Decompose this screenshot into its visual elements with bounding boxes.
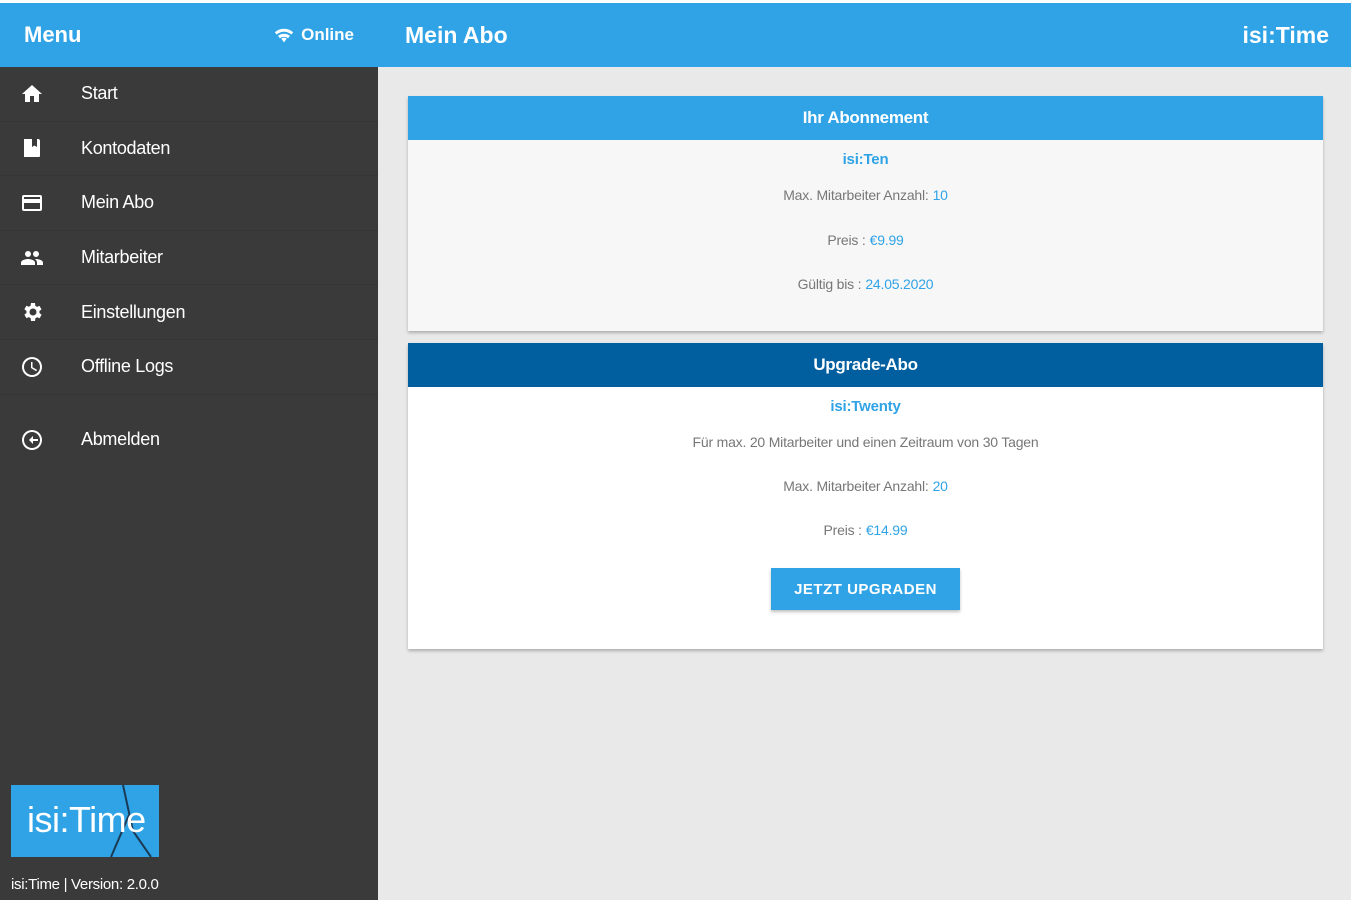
sidebar-item-label: Einstellungen: [81, 301, 186, 322]
upgrade-card: Upgrade-Abo isi:Twenty Für max. 20 Mitar…: [408, 343, 1323, 649]
upgrade-button[interactable]: JETZT UPGRADEN: [771, 568, 960, 610]
sidebar-item-label: Start: [81, 83, 118, 104]
upgrade-max-row: Max. Mitarbeiter Anzahl: 20: [408, 478, 1323, 494]
subscription-plan-name: isi:Ten: [842, 151, 889, 168]
sidebar-item-label: Abmelden: [81, 429, 160, 450]
logout-icon: [20, 428, 44, 452]
subscription-card-header: Ihr Abonnement: [408, 96, 1323, 140]
page-title: Mein Abo: [405, 21, 508, 48]
upgrade-card-header: Upgrade-Abo: [408, 343, 1323, 387]
price-label: Preis :: [827, 232, 866, 248]
price-label: Preis :: [823, 522, 862, 538]
sidebar-item-mein-abo[interactable]: Mein Abo: [0, 176, 378, 231]
sidebar-nav: Start Kontodaten Mein Abo Mitarbeiter Ei…: [0, 67, 378, 467]
subscription-max-row: Max. Mitarbeiter Anzahl: 10: [408, 187, 1323, 203]
online-label: Online: [301, 25, 354, 44]
valid-value: 24.05.2020: [865, 276, 934, 292]
wifi-icon: [274, 28, 294, 43]
version-label: isi:Time | Version: 2.0.0: [11, 876, 159, 893]
book-icon: [20, 136, 44, 160]
people-icon: [20, 246, 44, 270]
max-value: 20: [932, 478, 948, 494]
online-status: Online: [273, 25, 354, 45]
valid-label: Gültig bis :: [797, 276, 862, 292]
price-value: €14.99: [865, 522, 908, 538]
upgrade-price-row: Preis : €14.99: [408, 522, 1323, 538]
subscription-price-row: Preis : €9.99: [408, 232, 1323, 248]
main-header: Mein Abo isi:Time: [378, 0, 1351, 67]
subscription-card: Ihr Abonnement isi:Ten Max. Mitarbeiter …: [408, 96, 1323, 331]
sidebar-item-abmelden[interactable]: Abmelden: [0, 413, 378, 468]
sidebar-item-label: Kontodaten: [81, 137, 171, 158]
subscription-valid-row: Gültig bis :24.05.2020: [408, 276, 1323, 292]
logo: isi:Time: [11, 785, 159, 857]
credit-card-icon: [20, 191, 44, 215]
price-value: €9.99: [869, 232, 904, 248]
sidebar-title: Menu: [24, 22, 82, 47]
logo-text: isi:Time: [27, 799, 146, 840]
brand-name: isi:Time: [1242, 21, 1330, 48]
sidebar-item-start[interactable]: Start: [0, 67, 378, 122]
sidebar-item-label: Mitarbeiter: [81, 247, 163, 268]
upgrade-plan-name: isi:Twenty: [830, 398, 901, 415]
sidebar-item-label: Mein Abo: [81, 192, 154, 213]
max-label: Max. Mitarbeiter Anzahl:: [783, 187, 929, 203]
sidebar-header: Menu Online: [0, 0, 378, 67]
max-value: 10: [932, 187, 948, 203]
clock-icon: [20, 355, 44, 379]
home-icon: [20, 82, 44, 106]
sidebar-item-label: Offline Logs: [81, 356, 174, 377]
sidebar-item-offline-logs[interactable]: Offline Logs: [0, 340, 378, 395]
sidebar-item-kontodaten[interactable]: Kontodaten: [0, 122, 378, 177]
sidebar: Menu Online Start Kontodaten Mein Abo Mi…: [0, 0, 378, 900]
max-label: Max. Mitarbeiter Anzahl:: [783, 478, 929, 494]
upgrade-description: Für max. 20 Mitarbeiter und einen Zeitra…: [692, 434, 1039, 450]
sidebar-item-mitarbeiter[interactable]: Mitarbeiter: [0, 231, 378, 286]
sidebar-item-einstellungen[interactable]: Einstellungen: [0, 285, 378, 340]
gear-icon: [20, 300, 44, 324]
